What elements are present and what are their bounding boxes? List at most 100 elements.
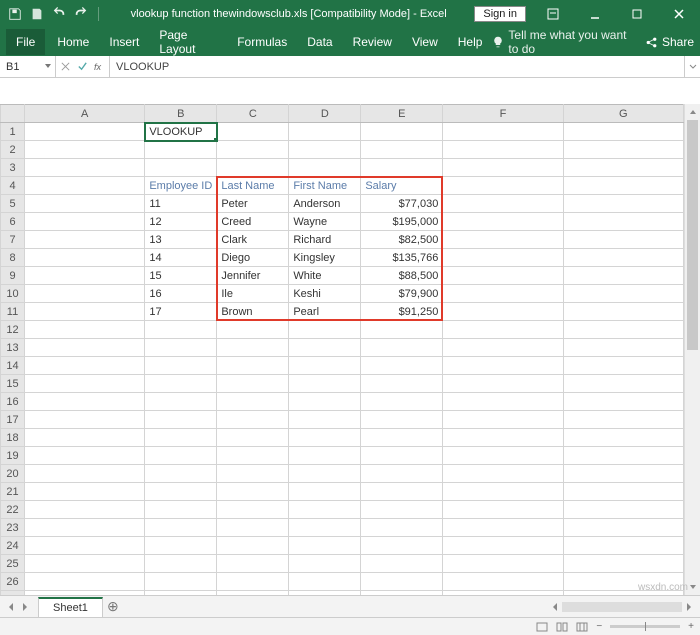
cell-B1[interactable]: VLOOKUP xyxy=(145,123,217,141)
cell-B9[interactable]: 15 xyxy=(145,267,217,285)
cell-A4[interactable] xyxy=(25,177,145,195)
row-header-9[interactable]: 9 xyxy=(1,267,25,285)
name-box[interactable]: B1 xyxy=(0,56,56,77)
tab-scroll-left-icon[interactable] xyxy=(6,602,16,612)
column-header-E[interactable]: E xyxy=(361,105,443,123)
cell-G13[interactable] xyxy=(563,339,683,357)
cell-E7[interactable]: $82,500 xyxy=(361,231,443,249)
cell-D20[interactable] xyxy=(289,465,361,483)
cell-D4[interactable]: First Name xyxy=(289,177,361,195)
cell-A21[interactable] xyxy=(25,483,145,501)
scroll-thumb[interactable] xyxy=(687,120,698,350)
cell-E23[interactable] xyxy=(361,519,443,537)
row-header-25[interactable]: 25 xyxy=(1,555,25,573)
cell-C1[interactable] xyxy=(217,123,289,141)
share-button[interactable]: Share xyxy=(645,35,694,49)
zoom-in-icon[interactable]: + xyxy=(688,621,694,632)
cell-C8[interactable]: Diego xyxy=(217,249,289,267)
cell-F8[interactable] xyxy=(443,249,563,267)
cell-E13[interactable] xyxy=(361,339,443,357)
cell-A12[interactable] xyxy=(25,321,145,339)
select-all-corner[interactable] xyxy=(1,105,25,123)
cell-A15[interactable] xyxy=(25,375,145,393)
cell-A25[interactable] xyxy=(25,555,145,573)
tab-file[interactable]: File xyxy=(6,29,45,55)
cell-A1[interactable] xyxy=(25,123,145,141)
vertical-scrollbar[interactable] xyxy=(684,104,700,595)
cell-D26[interactable] xyxy=(289,573,361,591)
cell-E18[interactable] xyxy=(361,429,443,447)
cell-C6[interactable]: Creed xyxy=(217,213,289,231)
cell-B4[interactable]: Employee ID xyxy=(145,177,217,195)
cell-E15[interactable] xyxy=(361,375,443,393)
cell-B14[interactable] xyxy=(145,357,217,375)
cell-G10[interactable] xyxy=(563,285,683,303)
cell-G18[interactable] xyxy=(563,429,683,447)
cell-B20[interactable] xyxy=(145,465,217,483)
cell-E8[interactable]: $135,766 xyxy=(361,249,443,267)
cell-D25[interactable] xyxy=(289,555,361,573)
cell-D6[interactable]: Wayne xyxy=(289,213,361,231)
cell-G17[interactable] xyxy=(563,411,683,429)
cell-F21[interactable] xyxy=(443,483,563,501)
cell-G4[interactable] xyxy=(563,177,683,195)
cell-G20[interactable] xyxy=(563,465,683,483)
row-header-18[interactable]: 18 xyxy=(1,429,25,447)
cell-D19[interactable] xyxy=(289,447,361,465)
cell-A2[interactable] xyxy=(25,141,145,159)
cell-C15[interactable] xyxy=(217,375,289,393)
cell-F20[interactable] xyxy=(443,465,563,483)
cell-E14[interactable] xyxy=(361,357,443,375)
cell-D11[interactable]: Pearl xyxy=(289,303,361,321)
cell-A18[interactable] xyxy=(25,429,145,447)
cell-A14[interactable] xyxy=(25,357,145,375)
cell-F22[interactable] xyxy=(443,501,563,519)
cell-E3[interactable] xyxy=(361,159,443,177)
cell-F10[interactable] xyxy=(443,285,563,303)
cell-C3[interactable] xyxy=(217,159,289,177)
cell-C22[interactable] xyxy=(217,501,289,519)
cell-G25[interactable] xyxy=(563,555,683,573)
zoom-slider[interactable] xyxy=(610,625,680,628)
cell-F3[interactable] xyxy=(443,159,563,177)
cell-B12[interactable] xyxy=(145,321,217,339)
cell-F26[interactable] xyxy=(443,573,563,591)
cell-F7[interactable] xyxy=(443,231,563,249)
row-header-12[interactable]: 12 xyxy=(1,321,25,339)
cell-B19[interactable] xyxy=(145,447,217,465)
cell-D21[interactable] xyxy=(289,483,361,501)
cell-E5[interactable]: $77,030 xyxy=(361,195,443,213)
cell-D2[interactable] xyxy=(289,141,361,159)
cell-C9[interactable]: Jennifer xyxy=(217,267,289,285)
cell-G14[interactable] xyxy=(563,357,683,375)
cell-F6[interactable] xyxy=(443,213,563,231)
cell-F5[interactable] xyxy=(443,195,563,213)
cell-B18[interactable] xyxy=(145,429,217,447)
cell-B21[interactable] xyxy=(145,483,217,501)
expand-formula-bar-icon[interactable] xyxy=(684,56,700,77)
row-header-1[interactable]: 1 xyxy=(1,123,25,141)
cell-B23[interactable] xyxy=(145,519,217,537)
row-header-19[interactable]: 19 xyxy=(1,447,25,465)
cell-E4[interactable]: Salary xyxy=(361,177,443,195)
cell-C11[interactable]: Brown xyxy=(217,303,289,321)
formula-input[interactable]: VLOOKUP xyxy=(110,56,684,77)
cell-D13[interactable] xyxy=(289,339,361,357)
cell-D10[interactable]: Keshi xyxy=(289,285,361,303)
insert-function-icon[interactable]: fx xyxy=(94,61,105,72)
cell-E25[interactable] xyxy=(361,555,443,573)
row-header-11[interactable]: 11 xyxy=(1,303,25,321)
cell-B24[interactable] xyxy=(145,537,217,555)
cell-G8[interactable] xyxy=(563,249,683,267)
save-icon[interactable] xyxy=(28,5,46,23)
cell-F15[interactable] xyxy=(443,375,563,393)
column-header-A[interactable]: A xyxy=(25,105,145,123)
cell-G5[interactable] xyxy=(563,195,683,213)
column-header-D[interactable]: D xyxy=(289,105,361,123)
cell-B6[interactable]: 12 xyxy=(145,213,217,231)
cell-C7[interactable]: Clark xyxy=(217,231,289,249)
cell-D5[interactable]: Anderson xyxy=(289,195,361,213)
cell-F24[interactable] xyxy=(443,537,563,555)
cell-B13[interactable] xyxy=(145,339,217,357)
cell-E21[interactable] xyxy=(361,483,443,501)
